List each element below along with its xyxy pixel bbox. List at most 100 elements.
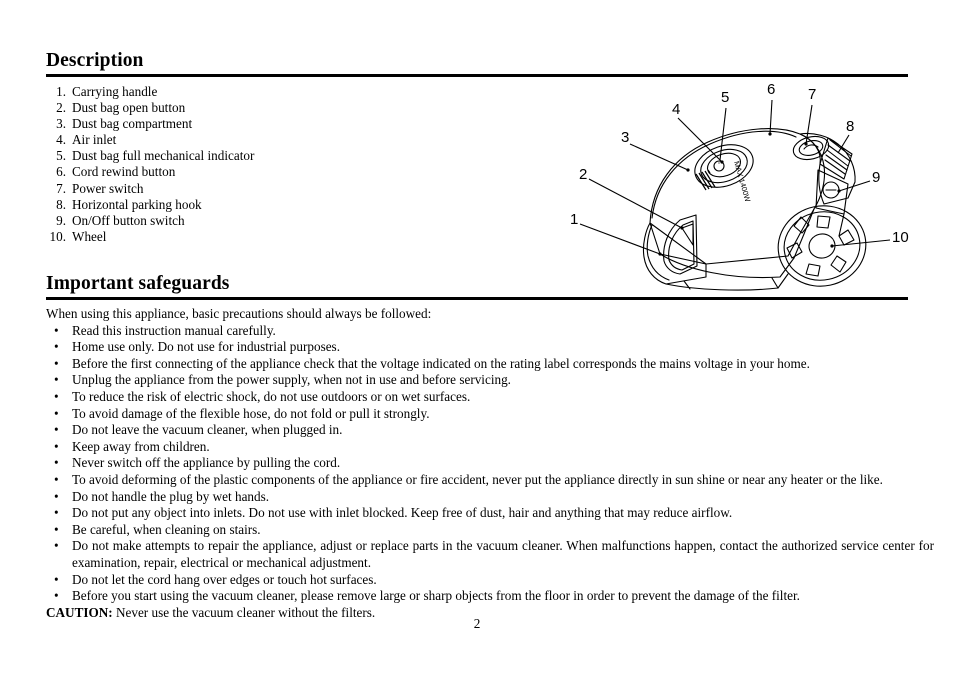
bullet-icon: • (54, 339, 59, 355)
list-item-number: 1. (56, 84, 66, 99)
safeguards-intro: When using this appliance, basic precaut… (46, 306, 432, 321)
list-item-number: 10. (49, 228, 66, 244)
vacuum-cleaner-diagram: MAX 1400W 1 2 3 4 5 6 7 8 9 10 (556, 78, 912, 294)
list-item: 10. Wheel (46, 229, 346, 245)
bullet-icon: • (54, 355, 59, 371)
safeguards-body: When using this appliance, basic precaut… (46, 306, 934, 621)
bullet-icon: • (54, 322, 59, 338)
bullet-icon: • (54, 471, 59, 487)
list-item-number: 2. (56, 100, 66, 116)
callout-3: 3 (621, 129, 629, 146)
callout-4: 4 (672, 101, 680, 118)
bullet-icon: • (54, 488, 59, 504)
list-item-label: Before you start using the vacuum cleane… (72, 588, 800, 604)
bullet-icon: • (54, 588, 59, 604)
callout-1: 1 (570, 211, 578, 228)
list-item: • Home use only. Do not use for industri… (46, 339, 912, 356)
callout-2: 2 (579, 166, 587, 183)
description-heading: Description (46, 50, 144, 71)
list-item: • Do not handle the plug by wet hands. (46, 489, 912, 506)
list-item: • Unplug the appliance from the power su… (46, 372, 912, 389)
bullet-icon: • (54, 505, 59, 521)
list-item-label: Be careful, when cleaning on stairs. (72, 521, 261, 537)
parts-list: 1. Carrying handle 2. Dust bag open butt… (46, 84, 346, 245)
list-item: 9. On/Off button switch (46, 213, 346, 229)
list-item-label: To reduce the risk of electric shock, do… (72, 388, 471, 404)
list-item-label: On/Off button switch (72, 212, 185, 228)
bullet-icon: • (54, 405, 59, 421)
bullet-icon: • (54, 521, 59, 537)
bullet-icon: • (54, 455, 59, 471)
list-item-label: Do not put any object into inlets. Do no… (72, 505, 733, 521)
list-item-label: Do not handle the plug by wet hands. (72, 488, 270, 504)
list-item: • Do not leave the vacuum cleaner, when … (46, 422, 912, 439)
safeguards-heading-rule (46, 297, 908, 300)
list-item-label: To avoid damage of the flexible hose, do… (72, 405, 430, 421)
list-item-number: 7. (56, 180, 66, 196)
list-item-number: 8. (56, 196, 66, 212)
body-rating-label: MAX 1400W (732, 160, 753, 204)
list-item: • Do not put any object into inlets. Do … (46, 505, 912, 522)
page-number: 2 (473, 616, 481, 631)
list-item: • To avoid deforming of the plastic comp… (46, 472, 912, 489)
bullet-icon: • (54, 388, 59, 404)
description-heading-rule (46, 74, 908, 77)
list-item-label: Unplug the appliance from the power supp… (72, 372, 511, 388)
list-item: 8. Horizontal parking hook (46, 197, 346, 213)
list-item: • Keep away from children. (46, 439, 912, 456)
list-item: • Do not make attempts to repair the app… (46, 538, 934, 571)
list-item-number: 4. (56, 132, 66, 148)
safeguards-heading: Important safeguards (46, 273, 230, 294)
list-item: • Before you start using the vacuum clea… (46, 588, 912, 605)
svg-text:MAX 1400W: MAX 1400W (732, 160, 753, 204)
list-item-label: Dust bag full mechanical indicator (72, 148, 255, 164)
list-item-label: Before the first connecting of the appli… (72, 355, 810, 371)
list-item: 4. Air inlet (46, 132, 346, 148)
list-item: • Before the first connecting of the app… (46, 356, 912, 373)
list-item: • Do not let the cord hang over edges or… (46, 572, 912, 589)
bullet-icon: • (54, 538, 59, 554)
list-item-label: Do not make attempts to repair the appli… (72, 538, 934, 570)
bullet-icon: • (54, 438, 59, 454)
list-item: • To reduce the risk of electric shock, … (46, 389, 912, 406)
list-item-number: 6. (56, 164, 66, 180)
callout-5: 5 (721, 89, 729, 106)
list-item-label: To avoid deforming of the plastic compon… (72, 471, 883, 487)
callout-8: 8 (846, 118, 854, 135)
list-item: 3. Dust bag compartment (46, 116, 346, 132)
list-item-label: Wheel (72, 228, 107, 244)
list-item-label: Dust bag compartment (72, 116, 193, 132)
list-item-label: Do not let the cord hang over edges or t… (72, 571, 377, 587)
callout-7: 7 (808, 86, 816, 103)
list-item: • Never switch off the appliance by pull… (46, 455, 912, 472)
list-item: 2. Dust bag open button (46, 100, 346, 116)
list-item-label: Keep away from children. (72, 438, 210, 454)
list-item-label: Cord rewind button (72, 164, 176, 180)
list-item: 6. Cord rewind button (46, 164, 346, 180)
list-item-label: Horizontal parking hook (72, 196, 202, 212)
list-item-label: Dust bag open button (72, 100, 186, 116)
list-item: • To avoid damage of the flexible hose, … (46, 406, 912, 423)
document-page: Description 1. Carrying handle 2. Dust b… (0, 0, 954, 675)
list-item-label: Do not leave the vacuum cleaner, when pl… (72, 422, 343, 438)
list-item: • Be careful, when cleaning on stairs. (46, 522, 912, 539)
list-item-number: 9. (56, 212, 66, 228)
list-item: 7. Power switch (46, 181, 346, 197)
list-item-label: Never switch off the appliance by pullin… (72, 455, 341, 471)
list-item: • Read this instruction manual carefully… (46, 323, 912, 340)
list-item-number: 3. (56, 116, 66, 132)
list-item: 5. Dust bag full mechanical indicator (46, 148, 346, 164)
list-item: 1. Carrying handle (46, 84, 346, 100)
list-item-number: 5. (56, 148, 66, 164)
list-item-label: Carrying handle (72, 84, 158, 99)
list-item-label: Air inlet (72, 132, 117, 148)
callout-6: 6 (767, 81, 775, 98)
list-item-label: Power switch (72, 180, 144, 196)
callout-10: 10 (892, 229, 909, 246)
list-item-label: Read this instruction manual carefully. (72, 322, 276, 338)
bullet-icon: • (54, 372, 59, 388)
callout-9: 9 (872, 169, 880, 186)
bullet-icon: • (54, 571, 59, 587)
bullet-icon: • (54, 422, 59, 438)
list-item-label: Home use only. Do not use for industrial… (72, 339, 340, 355)
